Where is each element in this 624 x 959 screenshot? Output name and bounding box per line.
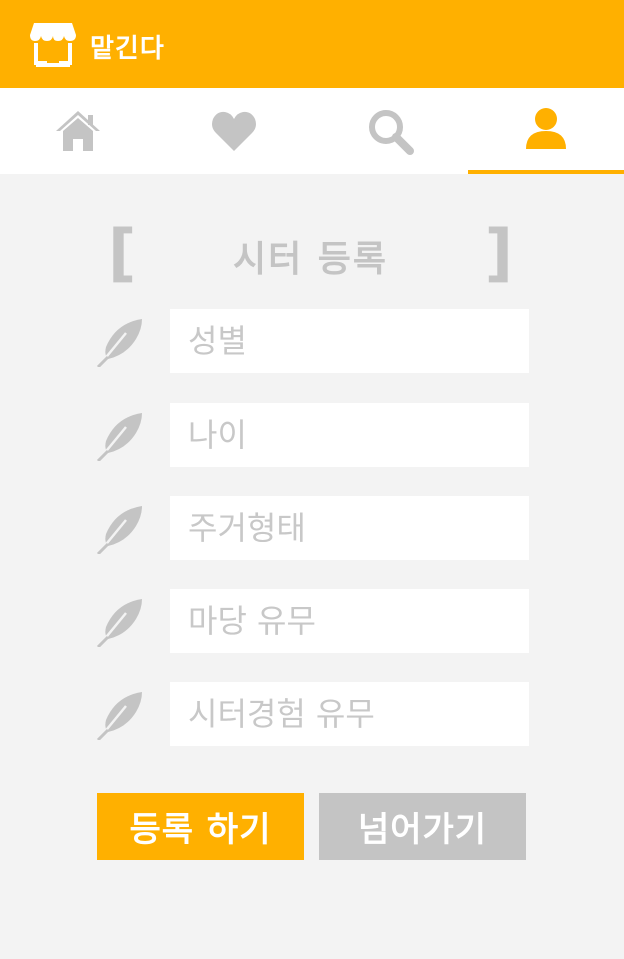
gender-field[interactable] <box>170 309 529 373</box>
tab-home[interactable] <box>0 88 156 174</box>
feather-icon <box>96 506 142 554</box>
home-icon <box>56 111 100 151</box>
yard-field[interactable] <box>170 589 529 653</box>
heart-icon <box>212 111 256 151</box>
age-field[interactable] <box>170 403 529 467</box>
app-header: 맡긴다 <box>0 0 624 88</box>
tab-search[interactable] <box>312 88 468 174</box>
feather-icon <box>96 413 142 461</box>
register-button[interactable]: 등록 하기 <box>97 793 304 860</box>
tab-bar <box>0 88 624 174</box>
page-title: 시터 등록 <box>232 239 388 280</box>
user-icon <box>526 108 566 149</box>
feather-icon <box>96 692 142 740</box>
skip-button[interactable]: 넘어가기 <box>319 793 526 860</box>
tab-favorites[interactable] <box>156 88 312 174</box>
field-age-row <box>96 403 530 467</box>
housing-type-field[interactable] <box>170 496 529 560</box>
feather-icon <box>96 319 142 367</box>
app-title: 맡긴다 <box>90 34 165 64</box>
tab-profile[interactable] <box>468 88 624 174</box>
store-icon[interactable] <box>28 19 78 69</box>
form-title: [ 시터 등록 ] <box>108 220 513 286</box>
sitter-experience-field[interactable] <box>170 682 529 746</box>
field-experience-row <box>96 682 530 746</box>
search-icon <box>369 110 414 155</box>
right-bracket: ] <box>484 216 513 289</box>
field-housing-row <box>96 496 530 560</box>
field-yard-row <box>96 589 530 653</box>
field-gender-row <box>96 309 530 373</box>
feather-icon <box>96 599 142 647</box>
